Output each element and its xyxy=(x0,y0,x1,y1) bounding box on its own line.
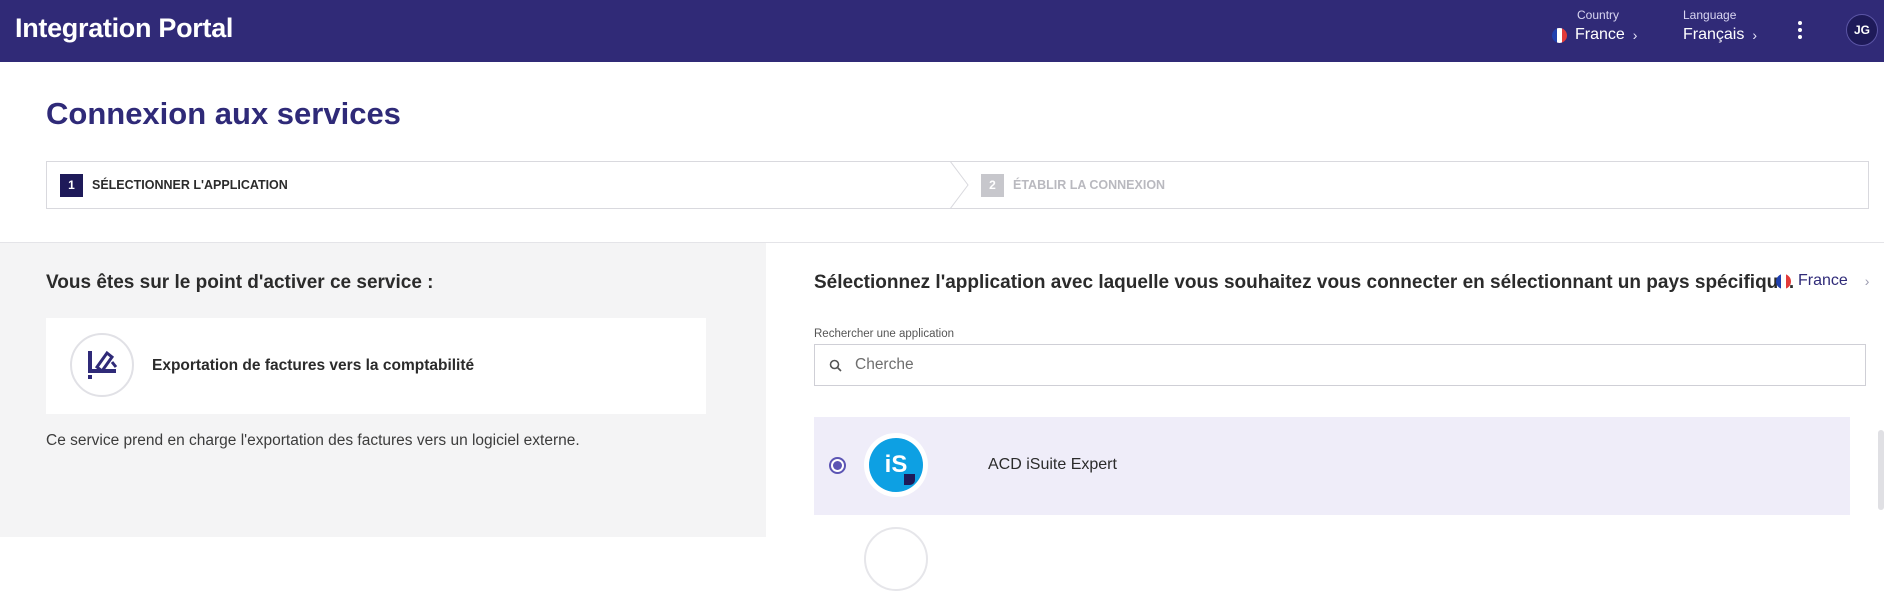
service-description: Ce service prend en charge l'exportation… xyxy=(46,432,580,449)
app-list-item[interactable]: iS ACD iSuite Expert xyxy=(814,417,1850,515)
step-number: 2 xyxy=(981,173,1004,197)
step-select-application[interactable]: 1 SÉLECTIONNER L'APPLICATION xyxy=(60,162,288,208)
service-info-panel: Vous êtes sur le point d'activer ce serv… xyxy=(0,243,766,537)
more-options-icon[interactable] xyxy=(1796,21,1804,39)
step-number: 1 xyxy=(60,173,83,197)
application-heading: Sélectionnez l'application avec laquelle… xyxy=(814,272,1795,293)
stepper: 1 SÉLECTIONNER L'APPLICATION 2 ÉTABLIR L… xyxy=(46,161,1869,209)
application-selection-panel: Sélectionnez l'application avec laquelle… xyxy=(766,243,1884,591)
search-input[interactable] xyxy=(855,356,1835,374)
user-avatar[interactable]: JG xyxy=(1846,14,1878,46)
chevron-right-icon: › xyxy=(1864,273,1870,289)
country-filter-value: France xyxy=(1798,272,1848,289)
country-label: Country xyxy=(1577,8,1620,22)
page-title: Connexion aux services xyxy=(46,96,401,131)
invoice-export-icon xyxy=(70,333,134,397)
chevron-right-icon: › xyxy=(1752,27,1758,43)
search-label: Rechercher une application xyxy=(814,328,955,340)
scrollbar[interactable] xyxy=(1878,430,1884,510)
app-radio-selected[interactable] xyxy=(829,457,846,474)
language-selector[interactable]: Language Français › xyxy=(1683,8,1757,44)
country-value: France xyxy=(1575,26,1625,43)
top-bar: Integration Portal Country France › Lang… xyxy=(0,0,1884,62)
acd-isuite-logo-icon: iS xyxy=(864,433,928,497)
country-selector[interactable]: Country France › xyxy=(1552,8,1637,44)
service-heading: Vous êtes sur le point d'activer ce serv… xyxy=(46,272,434,293)
step-separator-icon xyxy=(950,161,969,209)
france-flag-icon xyxy=(1776,273,1791,289)
search-box xyxy=(814,344,1866,386)
step-label: ÉTABLIR LA CONNEXION xyxy=(1013,178,1166,192)
language-label: Language xyxy=(1683,8,1737,22)
france-flag-icon xyxy=(1552,27,1567,43)
service-name: Exportation de factures vers la comptabi… xyxy=(152,357,475,374)
language-value: Français xyxy=(1683,26,1745,43)
step-label: SÉLECTIONNER L'APPLICATION xyxy=(92,178,288,192)
service-card: Exportation de factures vers la comptabi… xyxy=(46,318,706,414)
brand-title: Integration Portal xyxy=(15,13,234,43)
country-filter-link[interactable]: France › xyxy=(1776,272,1869,290)
step-establish-connection: 2 ÉTABLIR LA CONNEXION xyxy=(981,162,1165,208)
chevron-right-icon: › xyxy=(1632,27,1638,43)
search-icon xyxy=(829,359,849,372)
app-name: ACD iSuite Expert xyxy=(988,456,1117,473)
